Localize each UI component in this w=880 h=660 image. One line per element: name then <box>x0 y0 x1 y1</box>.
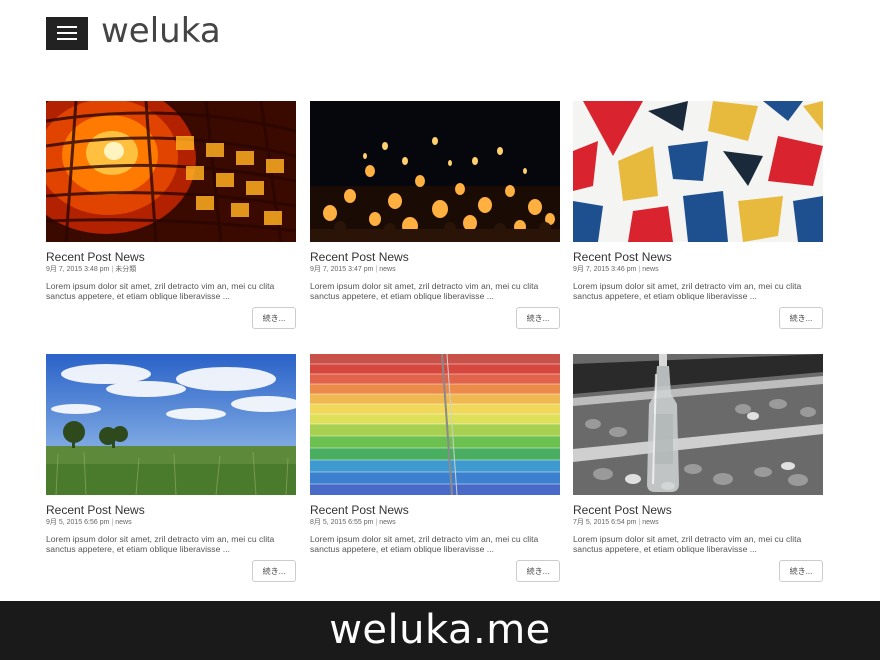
more-row: 続き... <box>573 307 823 329</box>
post-card: Recent Post News 8月 5, 2015 6:55 pm | news… <box>310 354 560 582</box>
excerpt-line: Lorem ipsum dolor sit amet, zril detract… <box>46 534 275 544</box>
read-more-button[interactable]: 続き... <box>779 307 823 329</box>
more-row: 続き... <box>310 560 560 582</box>
excerpt-line: sanctus appetere, et etiam oblique liber… <box>573 544 757 554</box>
post-excerpt: Lorem ipsum dolor sit amet, zril detract… <box>310 281 562 301</box>
post-meta: 8月 5, 2015 6:55 pm | news <box>310 518 560 527</box>
more-row: 続き... <box>310 307 560 329</box>
excerpt-line: Lorem ipsum dolor sit amet, zril detract… <box>573 534 802 544</box>
meta-separator: | <box>638 519 641 526</box>
excerpt-line: sanctus appetere, et etiam oblique liber… <box>46 291 230 301</box>
rainbow-stairs-image[interactable] <box>310 354 560 495</box>
blue-sky-meadow-image[interactable] <box>46 354 296 495</box>
post-title[interactable]: Recent Post News <box>573 250 823 264</box>
excerpt-line: sanctus appetere, et etiam oblique liber… <box>46 544 230 554</box>
post-excerpt: Lorem ipsum dolor sit amet, zril detract… <box>310 534 562 554</box>
read-more-button[interactable]: 続き... <box>779 560 823 582</box>
post-title[interactable]: Recent Post News <box>573 503 823 517</box>
meta-separator: | <box>111 266 114 273</box>
post-meta: 7月 5, 2015 6:54 pm | news <box>573 518 823 527</box>
meta-separator: | <box>375 266 378 273</box>
colorful-tiles-image[interactable] <box>573 101 823 242</box>
post-category[interactable]: news <box>642 519 658 526</box>
read-more-button[interactable]: 続き... <box>252 560 296 582</box>
post-title[interactable]: Recent Post News <box>310 250 560 264</box>
post-title[interactable]: Recent Post News <box>310 503 560 517</box>
post-category[interactable]: news <box>379 266 395 273</box>
post-meta: 9月 7, 2015 3:46 pm | news <box>573 265 823 274</box>
post-excerpt: Lorem ipsum dolor sit amet, zril detract… <box>46 534 298 554</box>
post-date: 7月 5, 2015 6:54 pm <box>573 519 637 526</box>
menu-bar <box>57 38 77 40</box>
excerpt-line: sanctus appetere, et etiam oblique liber… <box>310 544 494 554</box>
read-more-button[interactable]: 続き... <box>516 307 560 329</box>
footer-site-url: weluka.me <box>329 606 551 653</box>
post-title[interactable]: Recent Post News <box>46 503 296 517</box>
post-card: Recent Post News 9月 7, 2015 3:46 pm | news… <box>573 101 823 329</box>
bottle-on-railroad-image[interactable] <box>573 354 823 495</box>
post-excerpt: Lorem ipsum dolor sit amet, zril detract… <box>46 281 298 301</box>
post-meta: 9月 5, 2015 6:56 pm | news <box>46 518 296 527</box>
read-more-button[interactable]: 続き... <box>252 307 296 329</box>
menu-bar <box>57 26 77 28</box>
post-category[interactable]: news <box>115 519 131 526</box>
footer-banner: weluka.me <box>0 601 880 660</box>
post-card: Recent Post News 9月 7, 2015 3:48 pm | 未分類 … <box>46 101 296 329</box>
more-row: 続き... <box>46 560 296 582</box>
post-card: Recent Post News 7月 5, 2015 6:54 pm | news… <box>573 354 823 582</box>
meta-separator: | <box>375 519 378 526</box>
meta-separator: | <box>638 266 641 273</box>
site-logo[interactable]: weluka <box>101 14 221 48</box>
post-date: 9月 7, 2015 3:46 pm <box>573 266 637 273</box>
excerpt-line: Lorem ipsum dolor sit amet, zril detract… <box>310 534 539 544</box>
excerpt-line: Lorem ipsum dolor sit amet, zril detract… <box>573 281 802 291</box>
post-excerpt: Lorem ipsum dolor sit amet, zril detract… <box>573 281 825 301</box>
read-more-button[interactable]: 続き... <box>516 560 560 582</box>
site-header: weluka <box>46 14 221 50</box>
post-category[interactable]: news <box>379 519 395 526</box>
post-date: 9月 5, 2015 6:56 pm <box>46 519 110 526</box>
post-date: 9月 7, 2015 3:47 pm <box>310 266 374 273</box>
more-row: 続き... <box>573 560 823 582</box>
post-category[interactable]: news <box>642 266 658 273</box>
post-card: Recent Post News 9月 5, 2015 6:56 pm | news… <box>46 354 296 582</box>
excerpt-line: Lorem ipsum dolor sit amet, zril detract… <box>310 281 539 291</box>
post-meta: 9月 7, 2015 3:47 pm | news <box>310 265 560 274</box>
excerpt-line: sanctus appetere, et etiam oblique liber… <box>573 291 757 301</box>
excerpt-line: sanctus appetere, et etiam oblique liber… <box>310 291 494 301</box>
orange-light-tunnel-image[interactable] <box>46 101 296 242</box>
post-category[interactable]: 未分類 <box>115 266 136 273</box>
post-meta: 9月 7, 2015 3:48 pm | 未分類 <box>46 265 296 274</box>
excerpt-line: Lorem ipsum dolor sit amet, zril detract… <box>46 281 275 291</box>
more-row: 続き... <box>46 307 296 329</box>
meta-separator: | <box>111 519 114 526</box>
menu-bar <box>57 32 77 34</box>
sky-lanterns-night-image[interactable] <box>310 101 560 242</box>
post-date: 9月 7, 2015 3:48 pm <box>46 266 110 273</box>
post-date: 8月 5, 2015 6:55 pm <box>310 519 374 526</box>
hamburger-menu-icon[interactable] <box>46 16 88 50</box>
post-excerpt: Lorem ipsum dolor sit amet, zril detract… <box>573 534 825 554</box>
post-title[interactable]: Recent Post News <box>46 250 296 264</box>
post-card: Recent Post News 9月 7, 2015 3:47 pm | news… <box>310 101 560 329</box>
